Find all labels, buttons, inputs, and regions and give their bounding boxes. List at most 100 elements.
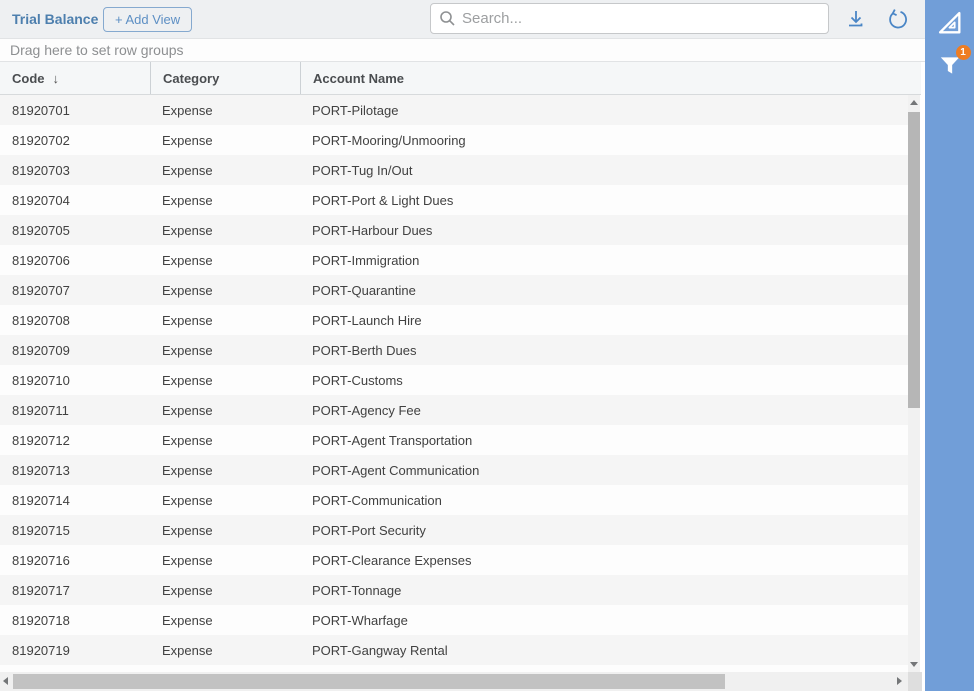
cell-account-name: PORT-Agency Fee [300,395,908,425]
table-row[interactable]: 81920720 Expense PORT-Garbage Disposal [0,665,908,672]
download-icon[interactable] [843,7,869,33]
table-row[interactable]: 81920710 Expense PORT-Customs [0,365,908,395]
cell-category: Expense [150,245,300,275]
cell-code: 81920718 [0,605,150,635]
column-header-account-name[interactable]: Account Name [300,62,921,94]
cell-code: 81920719 [0,635,150,665]
vertical-scrollbar[interactable] [908,95,920,672]
app-window: Trial Balance + Add View Dra [0,0,974,691]
cell-category: Expense [150,305,300,335]
row-group-drop-panel[interactable]: Drag here to set row groups [0,38,925,62]
table-row[interactable]: 81920704 Expense PORT-Port & Light Dues [0,185,908,215]
cell-category: Expense [150,515,300,545]
cell-code: 81920713 [0,455,150,485]
cell-code: 81920701 [0,95,150,125]
cell-category: Expense [150,275,300,305]
toolbar: Trial Balance + Add View [0,0,925,38]
cell-code: 81920717 [0,575,150,605]
table-row[interactable]: 81920715 Expense PORT-Port Security [0,515,908,545]
cell-code: 81920707 [0,275,150,305]
table-row[interactable]: 81920706 Expense PORT-Immigration [0,245,908,275]
cell-account-name: PORT-Tug In/Out [300,155,908,185]
cell-code: 81920711 [0,395,150,425]
cell-code: 81920712 [0,425,150,455]
set-square-icon[interactable] [933,6,967,40]
cell-account-name: PORT-Agent Transportation [300,425,908,455]
cell-account-name: PORT-Customs [300,365,908,395]
page-title: Trial Balance [12,11,98,27]
cell-code: 81920716 [0,545,150,575]
cell-account-name: PORT-Agent Communication [300,455,908,485]
rows-viewport: 81920701 Expense PORT-Pilotage 81920702 … [0,95,908,672]
column-header-category[interactable]: Category [150,62,300,94]
grid-column-headers: Code ↓ Category Account Name [0,62,921,95]
table-row[interactable]: 81920717 Expense PORT-Tonnage [0,575,908,605]
table-row[interactable]: 81920703 Expense PORT-Tug In/Out [0,155,908,185]
cell-code: 81920714 [0,485,150,515]
grid-main-area: Trial Balance + Add View Dra [0,0,925,691]
cell-category: Expense [150,485,300,515]
cell-code: 81920706 [0,245,150,275]
cell-category: Expense [150,425,300,455]
table-row[interactable]: 81920716 Expense PORT-Clearance Expenses [0,545,908,575]
table-row[interactable]: 81920719 Expense PORT-Gangway Rental [0,635,908,665]
table-row[interactable]: 81920705 Expense PORT-Harbour Dues [0,215,908,245]
table-row[interactable]: 81920709 Expense PORT-Berth Dues [0,335,908,365]
cell-category: Expense [150,335,300,365]
filter-icon[interactable]: 1 [933,48,967,82]
cell-account-name: PORT-Clearance Expenses [300,545,908,575]
cell-category: Expense [150,215,300,245]
cell-account-name: PORT-Launch Hire [300,305,908,335]
cell-category: Expense [150,575,300,605]
filter-badge: 1 [956,45,971,60]
cell-category: Expense [150,395,300,425]
table-row[interactable]: 81920708 Expense PORT-Launch Hire [0,305,908,335]
cell-account-name: PORT-Wharfage [300,605,908,635]
cell-code: 81920715 [0,515,150,545]
cell-category: Expense [150,605,300,635]
table-row[interactable]: 81920702 Expense PORT-Mooring/Unmooring [0,125,908,155]
cell-category: Expense [150,665,300,672]
cell-category: Expense [150,95,300,125]
cell-code: 81920702 [0,125,150,155]
cell-account-name: PORT-Mooring/Unmooring [300,125,908,155]
cell-category: Expense [150,125,300,155]
scroll-right-arrow-icon[interactable] [897,677,902,685]
table-row[interactable]: 81920701 Expense PORT-Pilotage [0,95,908,125]
scrollbar-corner [908,672,922,691]
add-view-button[interactable]: + Add View [103,7,192,32]
scroll-down-arrow-icon[interactable] [910,662,918,667]
undo-icon[interactable] [885,7,911,33]
table-row[interactable]: 81920711 Expense PORT-Agency Fee [0,395,908,425]
cell-account-name: PORT-Gangway Rental [300,635,908,665]
horizontal-scrollbar-thumb[interactable] [13,674,725,689]
scroll-left-arrow-icon[interactable] [3,677,8,685]
cell-code: 81920720 [0,665,150,672]
cell-account-name: PORT-Port Security [300,515,908,545]
cell-code: 81920710 [0,365,150,395]
cell-account-name: PORT-Quarantine [300,275,908,305]
search-input[interactable] [462,10,820,27]
horizontal-scrollbar[interactable] [0,672,922,691]
cell-code: 81920705 [0,215,150,245]
cell-account-name: PORT-Communication [300,485,908,515]
cell-account-name: PORT-Harbour Dues [300,215,908,245]
cell-account-name: PORT-Garbage Disposal [300,665,908,672]
sort-desc-icon: ↓ [53,71,60,86]
table-row[interactable]: 81920712 Expense PORT-Agent Transportati… [0,425,908,455]
vertical-scrollbar-thumb[interactable] [908,112,920,408]
cell-category: Expense [150,365,300,395]
cell-category: Expense [150,455,300,485]
table-row[interactable]: 81920718 Expense PORT-Wharfage [0,605,908,635]
scroll-up-arrow-icon[interactable] [910,100,918,105]
cell-account-name: PORT-Port & Light Dues [300,185,908,215]
cell-code: 81920708 [0,305,150,335]
side-panel: 1 [925,0,974,691]
table-row[interactable]: 81920714 Expense PORT-Communication [0,485,908,515]
cell-category: Expense [150,155,300,185]
table-row[interactable]: 81920713 Expense PORT-Agent Communicatio… [0,455,908,485]
cell-code: 81920703 [0,155,150,185]
cell-category: Expense [150,185,300,215]
column-header-code[interactable]: Code ↓ [0,62,150,94]
table-row[interactable]: 81920707 Expense PORT-Quarantine [0,275,908,305]
